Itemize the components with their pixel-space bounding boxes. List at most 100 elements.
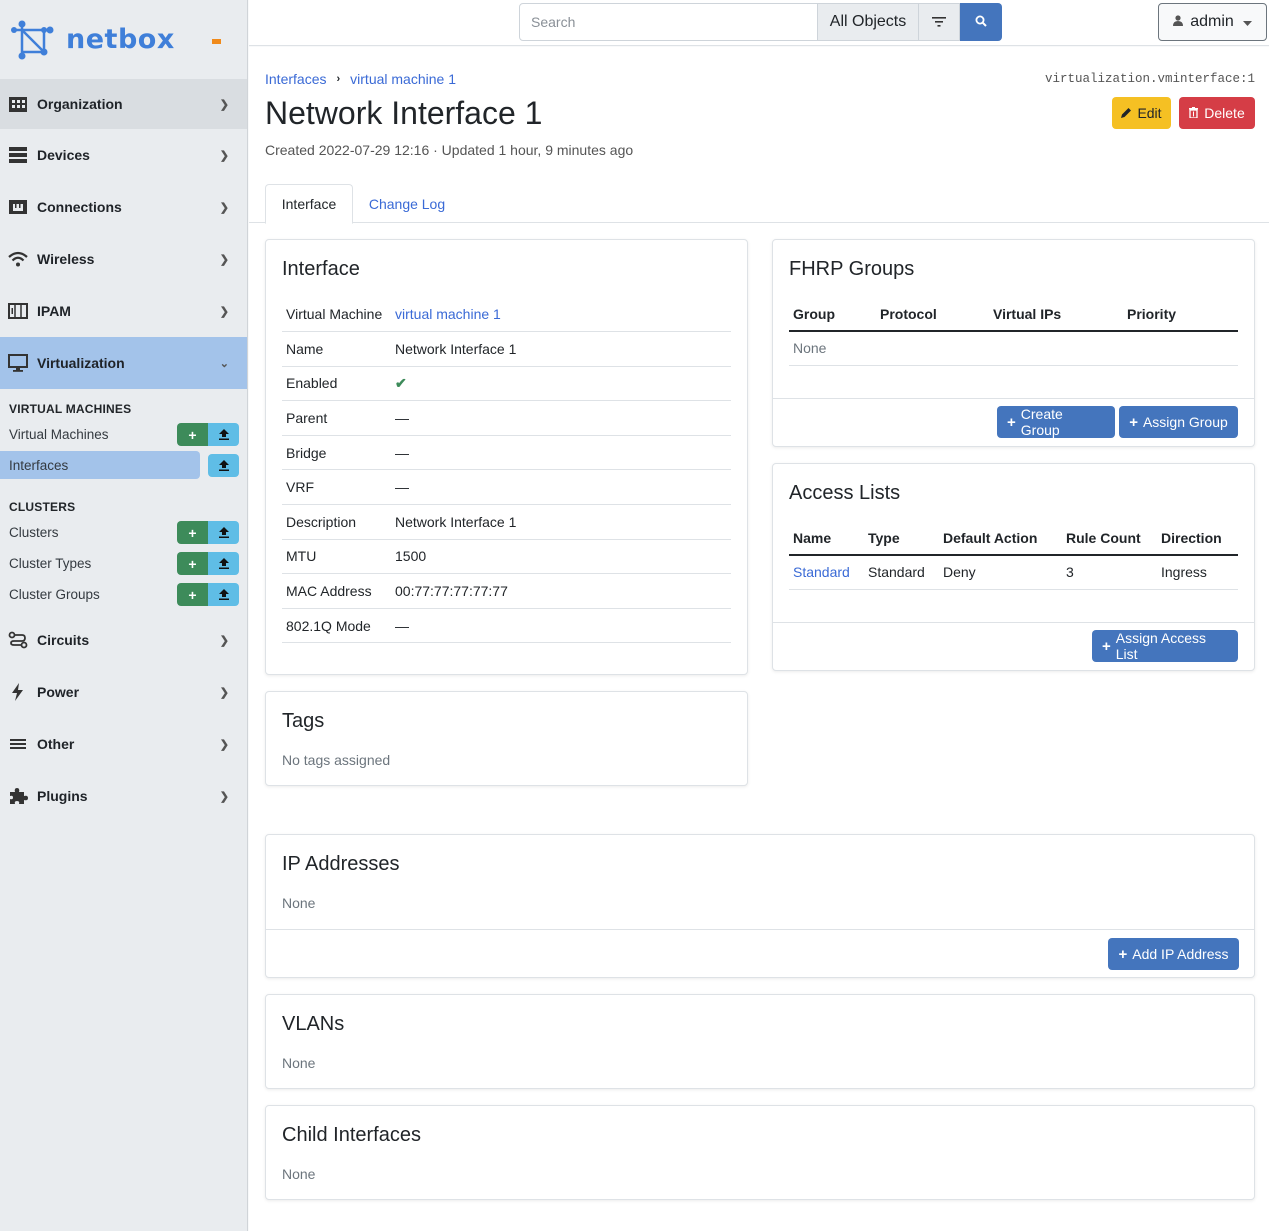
table-row: VRF — [282, 469, 731, 506]
sidebar-item-cluster-types[interactable]: Cluster Types + [0, 548, 247, 579]
attr-key: MAC Address [282, 573, 395, 609]
wifi-icon [7, 249, 29, 269]
add-button[interactable]: + [177, 521, 208, 544]
brand[interactable]: netbox [0, 0, 247, 78]
card-footer: + Add IP Address [266, 929, 1254, 978]
sidebar-section-ipam[interactable]: IPAM ❯ [0, 285, 247, 337]
assign-access-list-button[interactable]: + Assign Access List [1092, 630, 1238, 662]
filter-button[interactable] [919, 3, 960, 41]
chevron-down-icon: ⌄ [219, 357, 229, 370]
import-button[interactable] [208, 583, 239, 606]
monitor-icon [7, 353, 29, 373]
import-button[interactable] [208, 521, 239, 544]
tab-interface[interactable]: Interface [265, 184, 353, 224]
breadcrumb-link-virtual-machine[interactable]: virtual machine 1 [350, 71, 456, 87]
import-button[interactable] [208, 552, 239, 575]
column-header: Rule Count [1062, 521, 1157, 556]
flag-icon [212, 33, 222, 44]
empty-message: None [282, 895, 316, 911]
plus-icon: + [1129, 413, 1138, 431]
search-group: All Objects [519, 3, 1002, 41]
user-icon [1173, 13, 1184, 31]
virtual-machine-link[interactable]: virtual machine 1 [395, 306, 501, 322]
table-cell: 3 [1062, 555, 1157, 590]
sidebar: netbox Organization ❯ Devices ❯ Connecti… [0, 0, 248, 1231]
empty-message: None [282, 1166, 316, 1182]
table-cell: Standard [789, 555, 864, 590]
plus-icon: + [1007, 413, 1016, 431]
button-label: Add IP Address [1132, 946, 1229, 962]
sidebar-section-connections[interactable]: Connections ❯ [0, 181, 247, 233]
table-row: 802.1Q Mode — [282, 608, 731, 644]
sidebar-item-clusters[interactable]: Clusters + [0, 517, 247, 548]
object-identifier: virtualization.vminterface:1 [1044, 72, 1255, 86]
empty-message: None [789, 331, 1238, 366]
table-header-row: Name Type Default Action Rule Count Dire… [789, 521, 1238, 556]
sidebar-item-cluster-groups[interactable]: Cluster Groups + [0, 579, 247, 610]
create-group-button[interactable]: + Create Group [997, 406, 1115, 438]
attr-value: ✔ [395, 366, 731, 402]
import-button[interactable] [208, 423, 239, 446]
sidebar-section-plugins[interactable]: Plugins ❯ [0, 770, 247, 822]
pencil-icon [1121, 105, 1132, 121]
sidebar-section-virtualization[interactable]: Virtualization ⌄ [0, 337, 247, 389]
tab-change-log[interactable]: Change Log [353, 184, 461, 223]
sidebar-item-virtual-machines[interactable]: Virtual Machines + [0, 419, 247, 450]
object-type-selector[interactable]: All Objects [818, 3, 919, 41]
add-ip-address-button[interactable]: + Add IP Address [1108, 938, 1239, 970]
table-row: Enabled ✔ [282, 366, 731, 402]
attr-value: — [395, 435, 731, 471]
import-button[interactable] [208, 454, 239, 477]
interface-attributes-table: Virtual Machine virtual machine 1 Name Net… [282, 297, 731, 644]
table-header-row: Group Protocol Virtual IPs Priority [789, 297, 1238, 332]
upload-icon [218, 525, 229, 541]
sidebar-section-organization[interactable]: Organization ❯ [0, 79, 247, 129]
button-label: Create Group [1020, 406, 1063, 438]
empty-message: None [282, 1055, 316, 1071]
sidebar-section-label: Organization [37, 96, 123, 112]
add-button[interactable]: + [177, 423, 208, 446]
delete-button[interactable]: Delete [1179, 97, 1255, 129]
table-row: None [789, 331, 1238, 366]
search-input[interactable] [519, 3, 818, 41]
sidebar-section-devices[interactable]: Devices ❯ [0, 129, 247, 181]
sidebar-item-label: Interfaces [9, 458, 69, 473]
column-header: Direction [1157, 521, 1238, 556]
sidebar-section-circuits[interactable]: Circuits ❯ [0, 614, 247, 666]
sidebar-item-interfaces[interactable]: Interfaces [0, 450, 247, 481]
object-meta: Created 2022-07-29 12:16 · Updated 1 hou… [265, 142, 634, 158]
column-header: Group [789, 297, 876, 332]
attr-key: 802.1Q Mode [282, 608, 395, 644]
card-footer: + Assign Access List [773, 622, 1254, 671]
child-interfaces-card: Child Interfaces None [265, 1105, 1255, 1200]
search-button[interactable] [960, 3, 1002, 41]
upload-icon [218, 587, 229, 603]
sidebar-section-label: Wireless [37, 251, 95, 267]
edit-button[interactable]: Edit [1112, 97, 1171, 129]
sidebar-section-wireless[interactable]: Wireless ❯ [0, 233, 247, 285]
add-button[interactable]: + [177, 583, 208, 606]
upload-icon [218, 556, 229, 572]
top-bar: All Objects admin [249, 0, 1269, 46]
sidebar-section-other[interactable]: Other ❯ [0, 718, 247, 770]
column-header: Type [864, 521, 939, 556]
tab-bar: Interface Change Log [249, 184, 1269, 224]
user-menu-button[interactable]: admin [1158, 3, 1267, 41]
column-header: Virtual IPs [989, 297, 1123, 332]
card-title: Interface [282, 258, 360, 280]
assign-group-button[interactable]: + Assign Group [1119, 406, 1238, 438]
main-content: Interfaces › virtual machine 1 virtualiz… [249, 47, 1269, 1231]
attr-key: Name [282, 331, 395, 367]
sidebar-section-power[interactable]: Power ❯ [0, 666, 247, 718]
chevron-right-icon: ❯ [219, 149, 229, 162]
sidebar-section-label: Virtualization [37, 355, 125, 371]
breadcrumb-link-interfaces[interactable]: Interfaces [265, 71, 326, 87]
counter-icon [7, 301, 29, 321]
chevron-right-icon: ❯ [219, 790, 229, 803]
access-lists-card: Access Lists Name Type Default Action Ru… [772, 463, 1255, 671]
column-header: Protocol [876, 297, 989, 332]
card-title: VLANs [282, 1013, 345, 1035]
building-icon [7, 94, 29, 114]
access-list-link[interactable]: Standard [793, 564, 850, 580]
add-button[interactable]: + [177, 552, 208, 575]
